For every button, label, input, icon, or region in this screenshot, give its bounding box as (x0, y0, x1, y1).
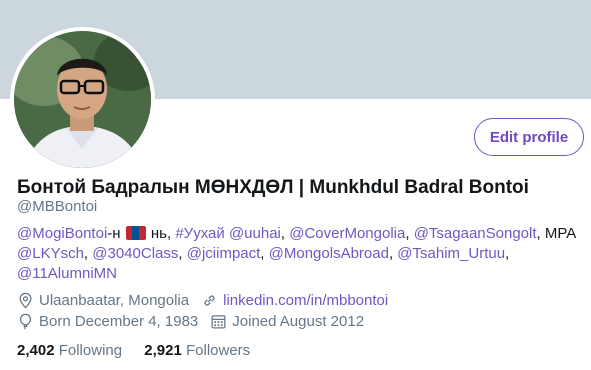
bio-mention-tsahim-urtuu[interactable]: @Tsahim_Urtuu (397, 245, 505, 262)
avatar-photo (14, 31, 151, 168)
followers-count: 2,921 (144, 342, 182, 359)
bio-mention-mogibontoi[interactable]: @MogiBontoi (17, 225, 107, 242)
bio-mention-tsagaansongolt[interactable]: @TsagaanSongolt (414, 225, 537, 242)
following-count: 2,402 (17, 342, 55, 359)
avatar[interactable] (14, 31, 151, 168)
website-link[interactable]: linkedin.com/in/mbbontoi (223, 292, 388, 309)
bio-mention-jciimpact[interactable]: @jciimpact (187, 245, 261, 262)
following-label: Following (58, 342, 123, 359)
profile-meta-row-2: Born December 4, 1983 Joined August 2012 (17, 313, 364, 330)
location-text: Ulaanbaatar, Mongolia (39, 292, 190, 309)
joined-text: Joined August 2012 (232, 313, 365, 330)
following-link[interactable]: 2,402 Following (17, 342, 122, 359)
mongolia-flag-icon (125, 226, 146, 240)
birthday-text: Born December 4, 1983 (39, 313, 199, 330)
location-pin-icon (19, 292, 32, 309)
bio-mention-11alumnimn[interactable]: @11AlumniMN (17, 265, 117, 282)
bio-mention-3040class[interactable]: @3040Class (92, 245, 178, 262)
bio-hashtag[interactable]: #Уухай (175, 225, 224, 242)
bio-text: нь, (146, 225, 176, 242)
edit-profile-button[interactable]: Edit profile (474, 118, 584, 156)
profile-handle: @MBBontoi (17, 198, 98, 215)
link-icon (204, 295, 215, 306)
followers-label: Followers (185, 342, 251, 359)
bio-mention-uuhai[interactable]: @uuhai (229, 225, 281, 242)
followers-link[interactable]: 2,921 Followers (144, 342, 250, 359)
bio-text: -н (107, 225, 121, 242)
profile-bio: @MogiBontoi-н нь, #Уухай @uuhai, @CoverM… (17, 225, 577, 282)
calendar-icon (211, 315, 226, 329)
bio-mention-mongolsabroad[interactable]: @MongolsAbroad (269, 245, 389, 262)
bio-mention-lkysch[interactable]: @LKYsch (17, 245, 84, 262)
profile-meta-row-1: Ulaanbaatar, Mongolia linkedin.com/in/mb… (17, 292, 388, 309)
follow-stats: 2,402 Following 2,921 Followers (17, 342, 268, 359)
bio-mention-covermongolia[interactable]: @CoverMongolia (289, 225, 405, 242)
bio-text-mpa: MPA (544, 225, 577, 242)
profile-name: Бонтой Бадралын МӨНХДӨЛ | Munkhdul Badra… (17, 177, 529, 198)
balloon-icon (19, 313, 32, 330)
avatar-frame (10, 27, 155, 172)
